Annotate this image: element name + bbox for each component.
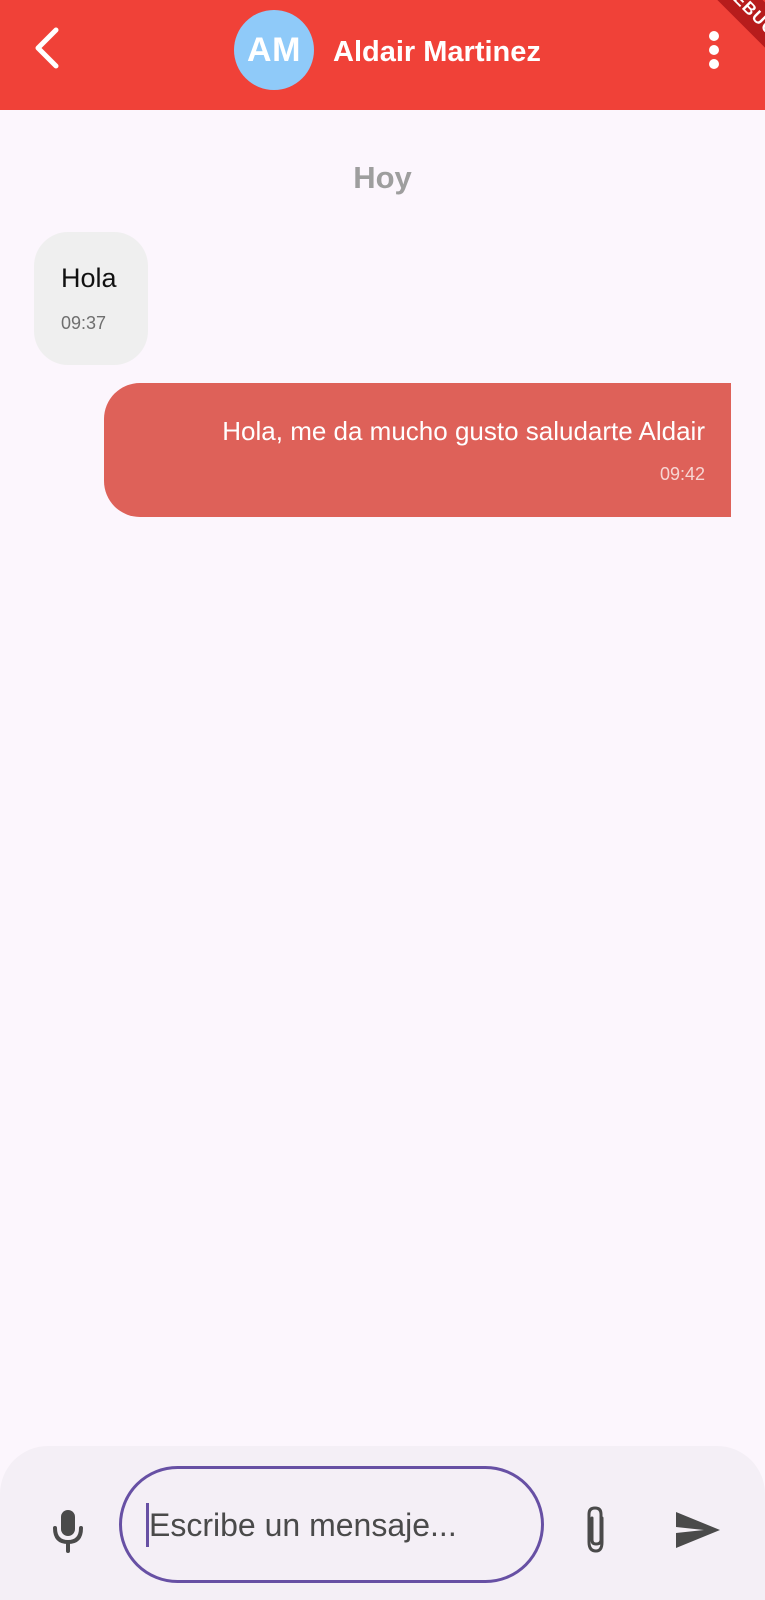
message-input-placeholder: Escribe un mensaje...	[149, 1506, 457, 1543]
avatar[interactable]: AM	[234, 10, 314, 90]
message-text: Hola, me da mucho gusto saludarte Aldair	[222, 416, 705, 446]
chevron-left-icon	[32, 26, 62, 75]
send-button[interactable]	[668, 1502, 728, 1562]
outgoing-message-bubble[interactable]: Hola, me da mucho gusto saludarte Aldair…	[104, 383, 731, 517]
app-bar: AM Aldair Martinez DEBUG	[0, 0, 765, 110]
avatar-initials: AM	[247, 30, 301, 69]
message-time: 09:37	[61, 313, 107, 333]
day-divider: Hoy	[353, 160, 412, 195]
attach-button[interactable]	[570, 1498, 622, 1566]
contact-name[interactable]: Aldair Martinez	[333, 32, 541, 72]
more-vert-icon	[708, 30, 720, 75]
microphone-icon	[51, 1508, 85, 1559]
voice-record-button[interactable]	[40, 1501, 96, 1565]
message-composer: Escribe un mensaje...	[0, 1446, 765, 1600]
paperclip-icon	[581, 1504, 611, 1561]
incoming-message-bubble[interactable]: Hola 09:37	[34, 232, 148, 365]
message-input[interactable]: Escribe un mensaje...	[119, 1466, 544, 1583]
back-button[interactable]	[22, 22, 72, 78]
message-time: 09:42	[659, 464, 705, 484]
overflow-menu-button[interactable]	[688, 24, 740, 80]
message-text: Hola	[61, 263, 117, 293]
send-icon	[674, 1510, 722, 1555]
